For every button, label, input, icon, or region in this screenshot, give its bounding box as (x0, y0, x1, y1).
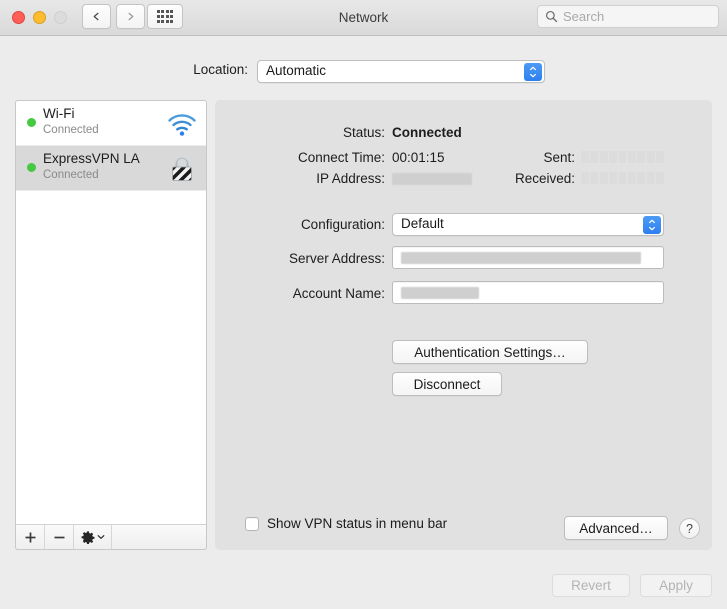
show-vpn-status-row[interactable]: Show VPN status in menu bar (245, 516, 447, 531)
chevron-down-icon (530, 73, 536, 78)
vpn-detail-panel: Status: Connected Connect Time: 00:01:15… (215, 100, 712, 550)
ip-address-label: IP Address: (316, 171, 385, 186)
service-name: ExpressVPN LA (43, 151, 140, 166)
configuration-popup-button[interactable]: Default (392, 213, 664, 236)
authentication-settings-button[interactable]: Authentication Settings… (392, 340, 588, 364)
search-placeholder: Search (563, 9, 605, 24)
received-value-redacted (581, 172, 665, 184)
sent-label: Sent: (543, 150, 575, 165)
service-row-expressvpn-la[interactable]: ExpressVPN LA Connected (16, 146, 206, 191)
chevron-down-icon (97, 535, 104, 539)
plus-icon (25, 532, 35, 542)
apply-button[interactable]: Apply (640, 574, 712, 597)
configuration-stepper[interactable] (643, 216, 661, 234)
wifi-icon (168, 114, 196, 136)
received-label: Received: (514, 171, 575, 186)
connect-time-value: 00:01:15 (392, 150, 445, 165)
configuration-label: Configuration: (300, 217, 385, 232)
status-indicator (27, 118, 36, 127)
advanced-button[interactable]: Advanced… (564, 516, 668, 540)
chevron-up-icon (530, 66, 536, 71)
location-stepper[interactable] (524, 63, 542, 81)
chevron-down-icon (649, 226, 655, 231)
show-vpn-status-label: Show VPN status in menu bar (267, 516, 448, 531)
server-address-label: Server Address: (288, 251, 385, 266)
service-actions-button[interactable] (74, 525, 112, 549)
service-row-wifi[interactable]: Wi-Fi Connected (16, 101, 206, 146)
revert-button[interactable]: Revert (552, 574, 630, 597)
search-icon (545, 10, 558, 23)
service-name: Wi-Fi (43, 106, 75, 121)
server-address-value-redacted (401, 252, 641, 264)
account-name-value-redacted (401, 287, 479, 299)
location-popup-button[interactable]: Automatic (257, 60, 545, 83)
vpn-lock-icon (172, 156, 192, 181)
disconnect-button[interactable]: Disconnect (392, 372, 502, 396)
search-field[interactable]: Search (537, 5, 719, 28)
remove-service-button[interactable] (45, 525, 74, 549)
service-status: Connected (43, 169, 99, 181)
status-indicator (27, 163, 36, 172)
ip-address-value-redacted (392, 173, 472, 185)
location-value: Automatic (266, 63, 327, 78)
sent-value-redacted (581, 151, 665, 163)
minus-icon (54, 536, 64, 538)
network-preferences-window: Network Search Location: Automatic Wi-Fi… (0, 0, 727, 609)
services-toolbar (15, 524, 207, 550)
status-label: Status: (342, 125, 385, 140)
network-services-list[interactable]: Wi-Fi Connected ExpressVPN LA Connected (15, 100, 207, 550)
location-label: Location: (193, 62, 248, 77)
title-bar: Network Search (0, 0, 727, 36)
chevron-up-icon (649, 219, 655, 224)
account-name-label: Account Name: (292, 286, 385, 301)
add-service-button[interactable] (16, 525, 45, 549)
service-status: Connected (43, 124, 99, 136)
gear-icon (81, 531, 94, 544)
server-address-input[interactable] (392, 246, 664, 269)
configuration-value: Default (401, 216, 444, 231)
connect-time-label: Connect Time: (297, 150, 385, 165)
status-value: Connected (392, 125, 462, 140)
account-name-input[interactable] (392, 281, 664, 304)
show-vpn-status-checkbox[interactable] (245, 516, 259, 531)
help-button[interactable]: ? (679, 518, 700, 539)
location-row: Location: Automatic (0, 60, 727, 84)
